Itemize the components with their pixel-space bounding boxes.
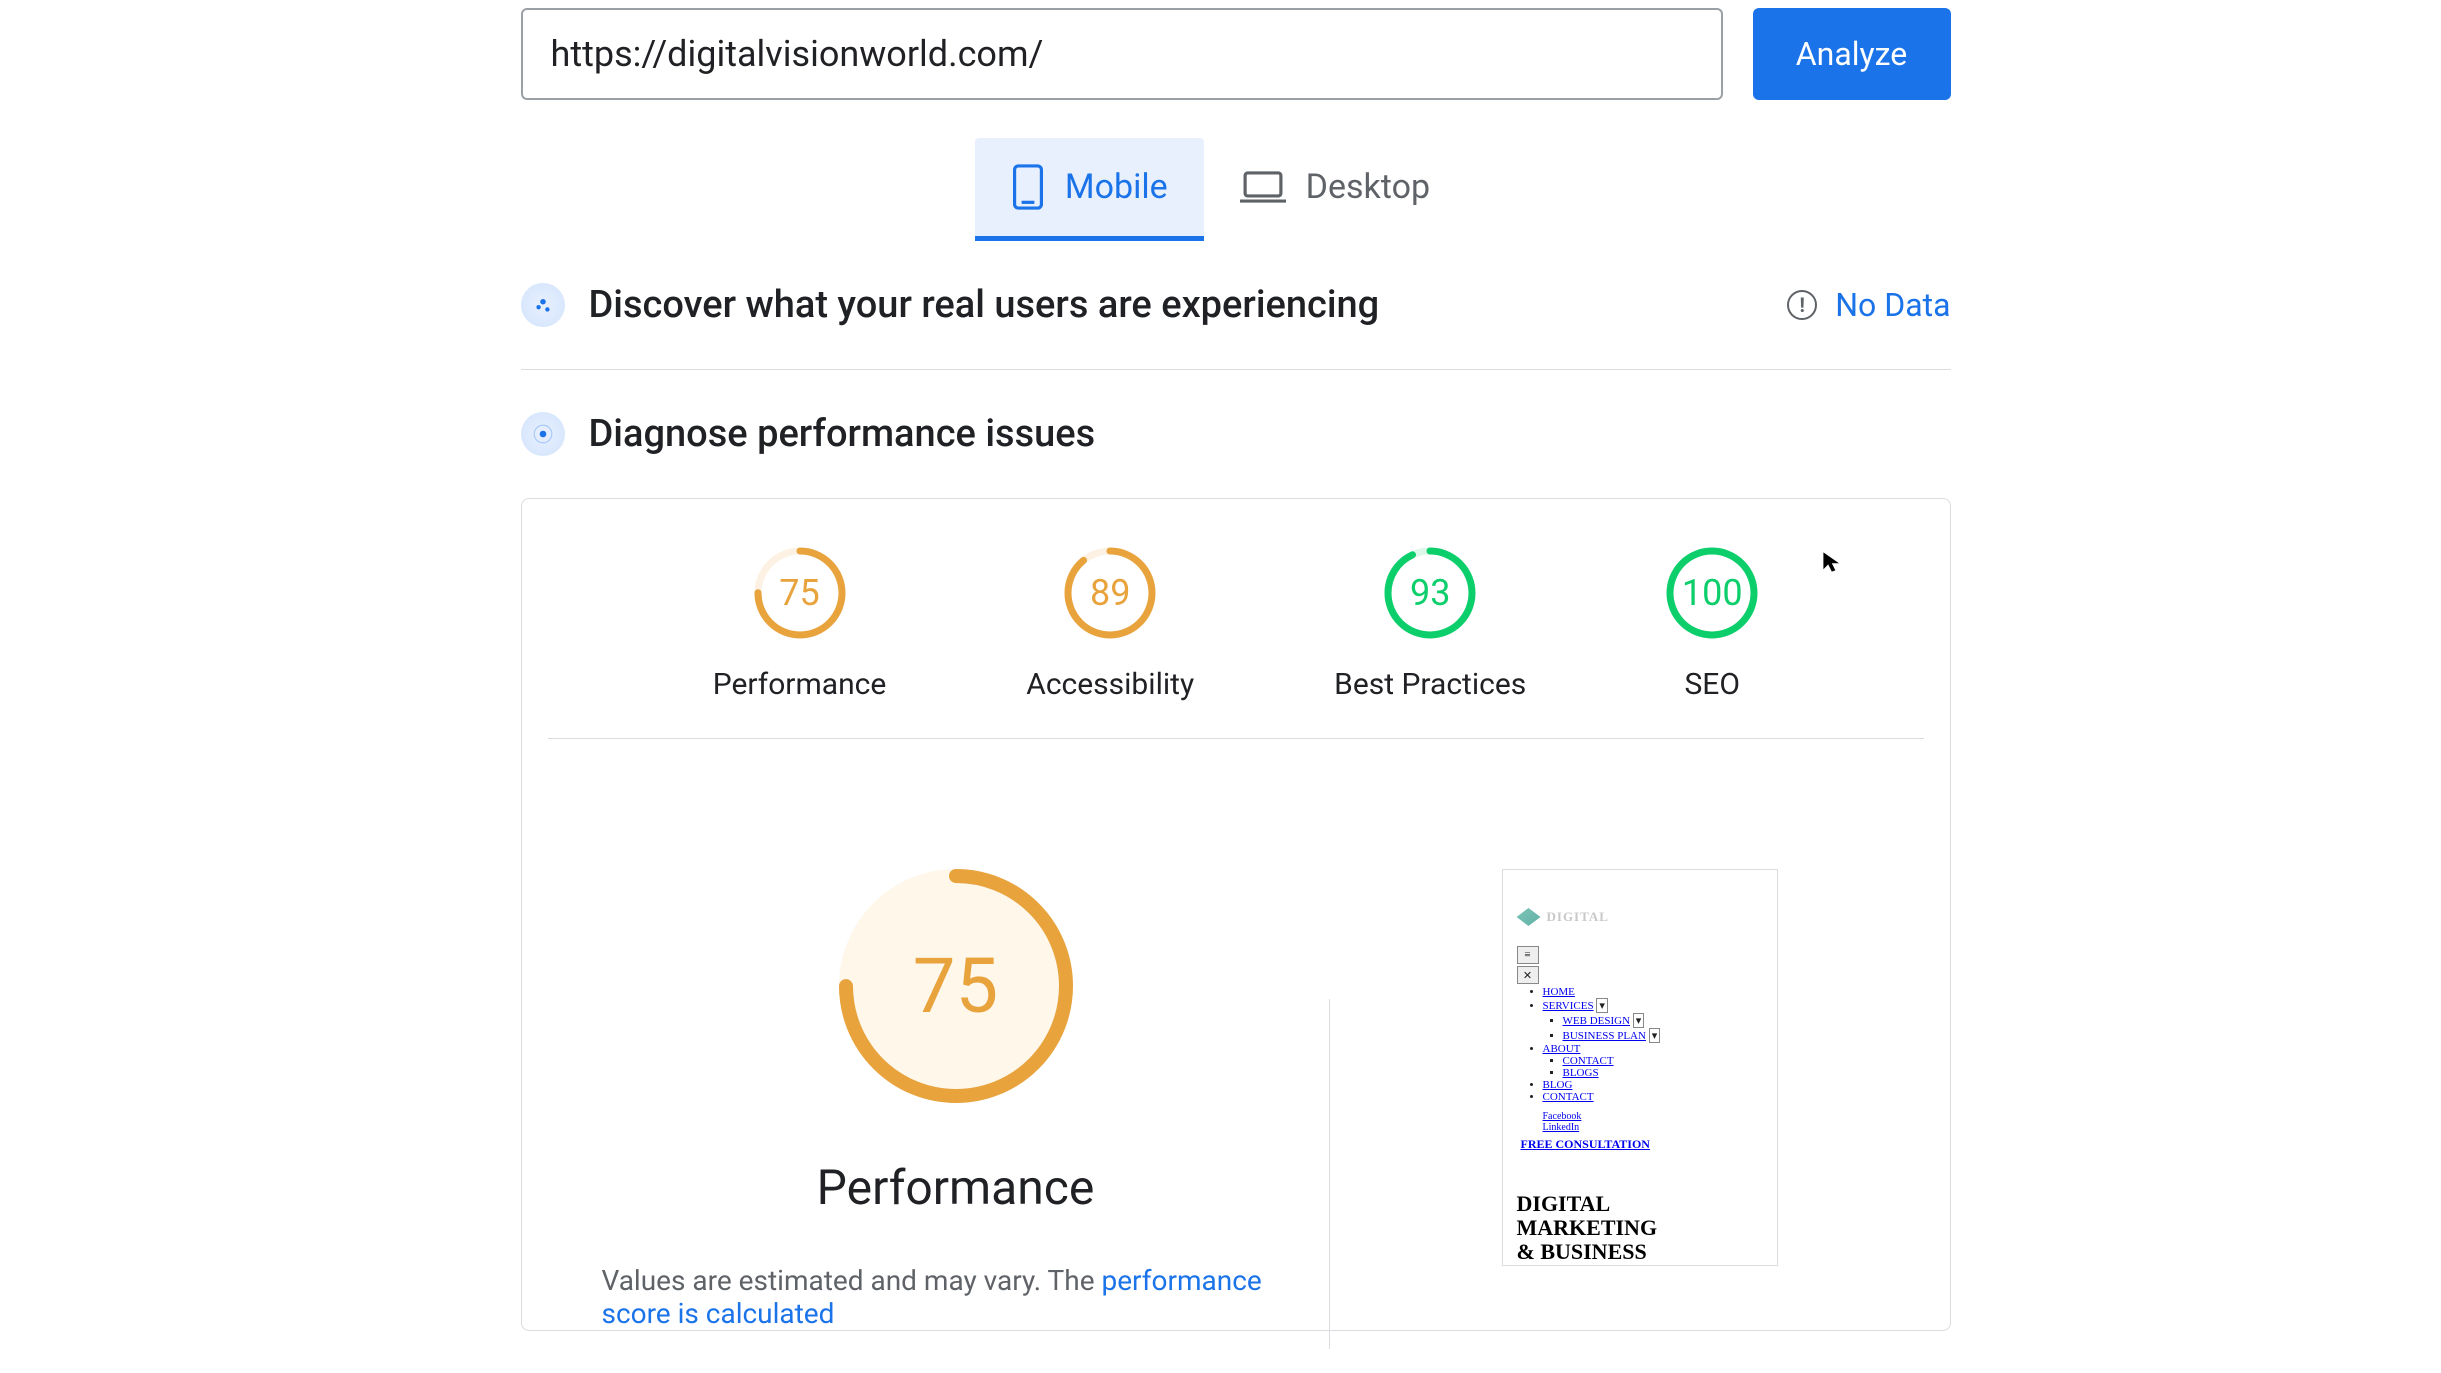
gauge-label: Accessibility [1026, 667, 1194, 702]
info-icon[interactable]: ! [1787, 290, 1817, 320]
tab-desktop[interactable]: Desktop [1204, 138, 1466, 241]
phone-icon [1011, 164, 1045, 210]
big-gauge-value: 75 [913, 941, 998, 1031]
divider [1329, 999, 1330, 1349]
tab-mobile[interactable]: Mobile [975, 138, 1204, 241]
page-screenshot-preview: DIGITAL ≡ ✕ HOME SERVICES ▾ WEB DESIGN ▾… [1502, 869, 1778, 1266]
gauge-label: SEO [1684, 667, 1740, 702]
diagnose-icon [521, 412, 565, 456]
big-gauge-label: Performance [817, 1159, 1095, 1216]
url-input[interactable] [521, 8, 1723, 100]
diagnose-title: Diagnose performance issues [589, 412, 1951, 456]
diagnostics-card: 75 Performance 89 Accessibility 93 Best … [521, 498, 1951, 1331]
gauge-best-practices[interactable]: 93 Best Practices [1334, 547, 1526, 702]
gauge-value: 75 [779, 572, 819, 614]
gauge-seo[interactable]: 100 SEO [1666, 547, 1758, 702]
tab-desktop-label: Desktop [1306, 167, 1430, 207]
gauge-performance[interactable]: 75 Performance [713, 547, 887, 702]
laptop-icon [1240, 170, 1286, 204]
gauge-value: 93 [1410, 572, 1450, 614]
tab-mobile-label: Mobile [1065, 167, 1168, 207]
analyze-button[interactable]: Analyze [1753, 8, 1951, 100]
performance-description: Values are estimated and may vary. The p… [582, 1264, 1330, 1330]
users-icon [521, 283, 565, 327]
gauge-value: 100 [1682, 572, 1743, 614]
gauge-accessibility[interactable]: 89 Accessibility [1026, 547, 1194, 702]
gauge-value: 89 [1090, 572, 1130, 614]
no-data-link[interactable]: No Data [1835, 286, 1950, 324]
gauge-label: Performance [713, 667, 887, 702]
discover-title: Discover what your real users are experi… [589, 283, 1764, 327]
gauge-label: Best Practices [1334, 667, 1526, 702]
performance-big-gauge: 75 [839, 869, 1073, 1103]
